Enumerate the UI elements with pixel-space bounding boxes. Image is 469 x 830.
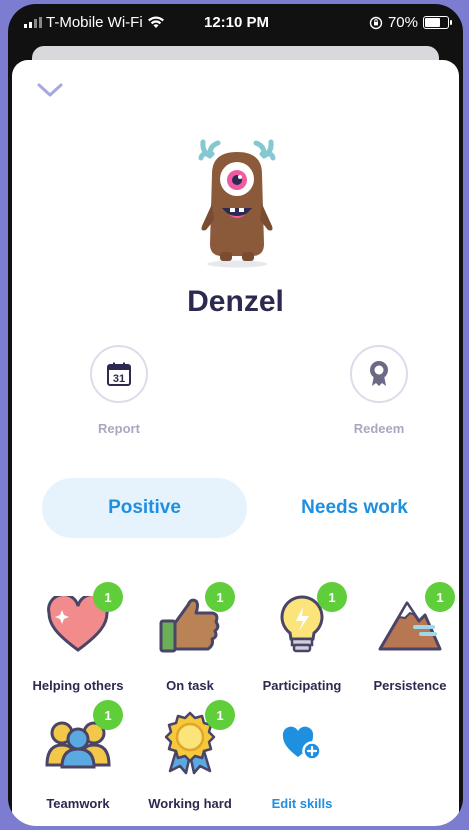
clock: 12:10 PM <box>204 14 270 31</box>
skill-working-hard[interactable]: 1 Working hard <box>130 700 250 811</box>
student-sheet: Denzel 31 Report Redeem Positive Needs w… <box>12 60 459 826</box>
wifi-icon <box>147 16 164 28</box>
orientation-lock-icon <box>369 16 383 29</box>
redeem-button[interactable]: Redeem <box>324 345 434 436</box>
tab-positive-label: Positive <box>108 497 181 518</box>
calendar-icon: 31 <box>107 362 131 386</box>
redeem-label: Redeem <box>353 421 405 436</box>
report-button[interactable]: 31 Report <box>64 345 174 436</box>
tab-needs-work-label: Needs work <box>301 497 408 518</box>
skill-label: Working hard <box>148 796 232 811</box>
skill-label: On task <box>166 678 214 693</box>
heart-add-icon <box>282 726 322 761</box>
skill-persistence[interactable]: 1 Persistence <box>350 582 463 693</box>
tab-positive[interactable]: Positive <box>42 478 247 538</box>
skill-count-badge: 1 <box>317 582 347 612</box>
edit-skills-button[interactable]: Edit skills <box>242 708 362 811</box>
skill-participating[interactable]: 1 Participating <box>242 582 362 693</box>
student-name: Denzel <box>187 285 284 318</box>
status-bar: T-Mobile Wi-Fi 12:10 PM 70% <box>8 4 463 44</box>
carrier-label: T-Mobile Wi-Fi <box>46 14 143 31</box>
battery-icon <box>423 16 452 29</box>
skill-label: Participating <box>262 678 342 693</box>
edit-skills-label: Edit skills <box>271 796 333 811</box>
skill-label: Helping others <box>32 678 124 693</box>
award-ribbon-icon <box>370 361 388 386</box>
skill-helping-others[interactable]: 1 Helping others <box>18 582 138 693</box>
chevron-down-icon[interactable] <box>36 80 64 100</box>
skill-label: Persistence <box>373 678 447 693</box>
skill-count-badge: 1 <box>93 582 123 612</box>
calendar-day: 31 <box>113 373 125 385</box>
skill-teamwork[interactable]: 1 Teamwork <box>18 700 138 811</box>
skill-on-task[interactable]: 1 On task <box>130 582 250 693</box>
skill-count-badge: 1 <box>93 700 123 730</box>
monster-avatar <box>198 139 276 268</box>
phone-screen: T-Mobile Wi-Fi 12:10 PM 70% Denzel 31 Re… <box>8 4 463 826</box>
skill-label: Teamwork <box>46 796 110 811</box>
tab-needs-work[interactable]: Needs work <box>252 478 457 538</box>
battery-percent: 70% <box>387 14 418 31</box>
skill-count-badge: 1 <box>205 582 235 612</box>
report-label: Report <box>98 421 140 436</box>
skill-count-badge: 1 <box>425 582 455 612</box>
skill-count-badge: 1 <box>205 700 235 730</box>
signal-icon <box>24 17 42 28</box>
